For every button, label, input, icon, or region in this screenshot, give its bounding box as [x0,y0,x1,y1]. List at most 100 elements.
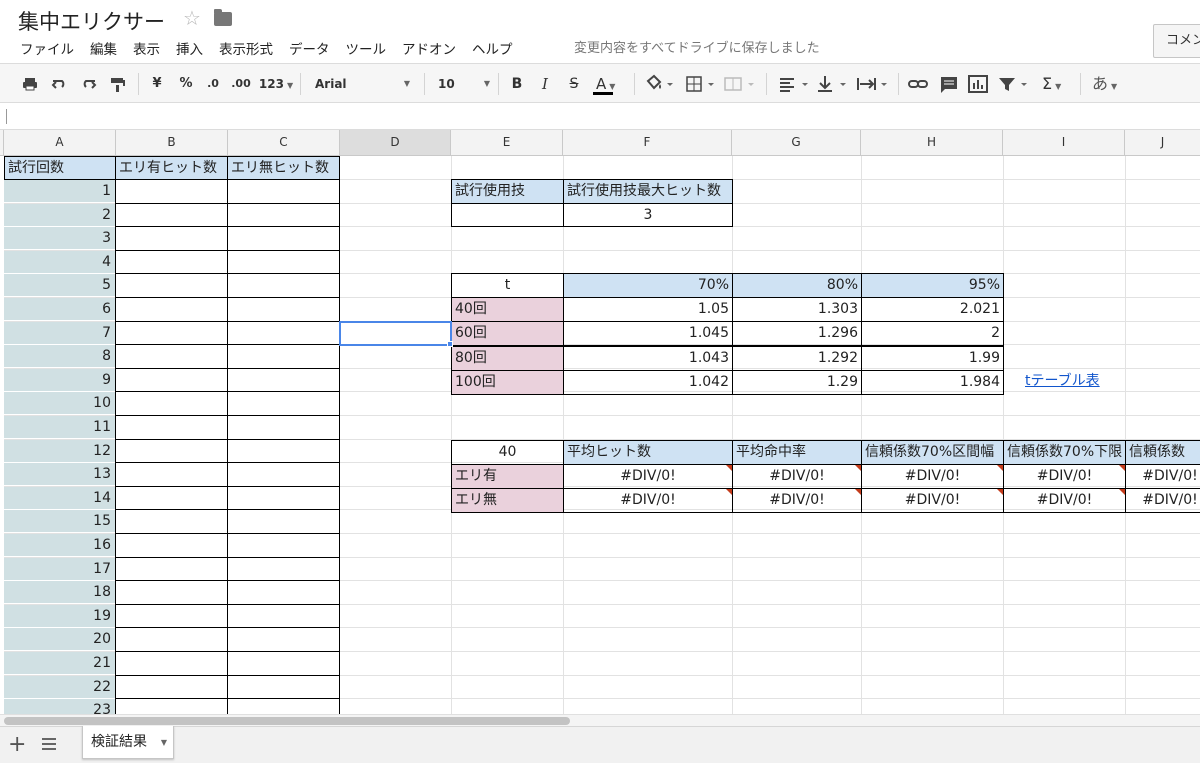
cell-elixir-hits[interactable] [115,179,228,204]
folder-icon[interactable] [214,9,232,26]
stats-table-value[interactable]: #DIV/0! [1125,463,1200,489]
t-table-confidence-header[interactable]: 80% [732,273,862,298]
cell-elixir-hits[interactable] [115,226,228,251]
active-cell-d7[interactable] [339,321,452,346]
cell-elixir-hits[interactable] [115,556,228,582]
column-header-i[interactable]: I [1003,130,1125,156]
cell-no-elixir-hits[interactable] [227,509,340,534]
trial-number-cell[interactable]: 4 [4,250,115,274]
t-table-row-label[interactable]: 80回 [451,345,564,371]
stats-table-value[interactable]: #DIV/0! [732,463,862,489]
add-sheet-icon[interactable]: + [8,732,26,757]
trial-number-cell[interactable]: 19 [4,604,115,628]
stats-table-value[interactable]: #DIV/0! [861,487,1004,513]
menu-addons[interactable]: アドオン [402,38,456,58]
t-table-value[interactable]: 2.021 [861,297,1004,323]
t-table-value[interactable]: 1.05 [563,297,733,323]
vertical-align-icon[interactable] [814,73,850,95]
t-table-value[interactable]: 1.045 [563,321,733,347]
stats-table-value[interactable]: #DIV/0! [563,463,733,489]
menu-view[interactable]: 表示 [133,38,160,58]
cell-elixir-hits[interactable] [115,627,228,652]
undo-icon[interactable] [50,73,70,95]
comments-button[interactable]: コメント [1153,24,1200,58]
t-table-value[interactable]: 1.984 [861,369,1004,395]
cell-a1-header[interactable]: 試行回数 [4,156,116,180]
stats-table-header[interactable]: 信頼係数70%下限 [1003,440,1126,465]
filter-icon[interactable] [996,73,1032,95]
cell-elixir-hits[interactable] [115,485,228,511]
italic-button[interactable]: I [536,73,554,95]
cell-trial-max-hits-value[interactable]: 3 [563,203,733,227]
cell-no-elixir-hits[interactable] [227,603,340,629]
trial-number-cell[interactable]: 5 [4,274,115,298]
t-table-row-label[interactable]: 40回 [451,297,564,323]
t-table-value[interactable]: 1.99 [861,345,1004,371]
t-table-value[interactable]: 1.292 [732,345,862,371]
cell-no-elixir-hits[interactable] [227,627,340,652]
t-table-link-text[interactable]: tテーブル表 [1025,373,1100,389]
trial-number-cell[interactable]: 21 [4,652,115,675]
print-icon[interactable] [20,73,40,95]
cell-trial-skill-header[interactable]: 試行使用技 [451,179,564,204]
cell-no-elixir-hits[interactable] [227,249,340,275]
cell-elixir-hits[interactable] [115,533,228,558]
star-icon[interactable]: ☆ [183,6,201,30]
cell-no-elixir-hits[interactable] [227,462,340,487]
trial-number-cell[interactable]: 8 [4,345,115,369]
trial-number-cell[interactable]: 15 [4,510,115,534]
cell-no-elixir-hits[interactable] [227,415,340,440]
strikethrough-button[interactable]: S [564,73,584,95]
merge-cells-icon[interactable] [722,73,758,95]
menu-help[interactable]: ヘルプ [472,38,513,58]
trial-number-cell[interactable]: 22 [4,675,115,699]
menu-file[interactable]: ファイル [20,38,74,58]
cell-no-elixir-hits[interactable] [227,485,340,511]
cell-elixir-hits[interactable] [115,344,228,369]
stats-table-value[interactable]: #DIV/0! [732,487,862,513]
t-table-corner[interactable]: t [451,273,564,298]
stats-table-header[interactable]: 信頼係数 [1125,440,1200,465]
save-status[interactable]: 変更内容をすべてドライブに保存しました [574,37,820,56]
cell-no-elixir-hits[interactable] [227,651,340,676]
stats-table-value[interactable]: #DIV/0! [1003,463,1126,489]
stats-table-header[interactable]: 平均ヒット数 [563,440,733,465]
t-table-confidence-header[interactable]: 95% [861,273,1004,298]
menu-format[interactable]: 表示形式 [219,38,273,58]
insert-comment-icon[interactable] [938,73,960,95]
bold-button[interactable]: B [508,73,526,95]
cell-elixir-hits[interactable] [115,249,228,275]
column-header-f[interactable]: F [563,130,732,156]
insert-link-icon[interactable] [906,73,930,95]
t-table-row-label[interactable]: 100回 [451,369,564,395]
cell-elixir-hits[interactable] [115,580,228,605]
cell-no-elixir-hits[interactable] [227,344,340,369]
trial-number-cell[interactable]: 20 [4,628,115,652]
t-table-link[interactable]: tテーブル表 [1022,370,1122,394]
trial-number-cell[interactable]: 17 [4,557,115,581]
trial-number-cell[interactable]: 18 [4,581,115,605]
menu-edit[interactable]: 編集 [90,38,117,58]
stats-table-value[interactable]: #DIV/0! [1125,487,1200,513]
cell-no-elixir-hits[interactable] [227,438,340,464]
redo-icon[interactable] [78,73,98,95]
stats-table-header[interactable]: 信頼係数70%区間幅 [861,440,1004,465]
trial-number-cell[interactable]: 16 [4,534,115,557]
stats-table-value[interactable]: #DIV/0! [563,487,733,513]
column-header-j[interactable]: J [1125,130,1200,156]
menu-insert[interactable]: 挿入 [176,38,203,58]
cell-elixir-hits[interactable] [115,415,228,440]
column-header-g[interactable]: G [732,130,861,156]
scrollbar-thumb[interactable] [4,717,570,725]
cell-elixir-hits[interactable] [115,391,228,416]
cell-c1-header[interactable]: エリ無ヒット数 [227,156,340,180]
increase-decimal-button[interactable]: .00 [228,73,254,95]
cell-no-elixir-hits[interactable] [227,202,340,228]
functions-button[interactable]: Σ ▼ [1038,73,1074,95]
stats-table-value[interactable]: #DIV/0! [861,463,1004,489]
cell-b1-header[interactable]: エリ有ヒット数 [115,156,228,180]
t-table-value[interactable]: 1.29 [732,369,862,395]
sheet-tab-results[interactable]: 検証結果 ▼ [82,726,174,759]
column-header-a[interactable]: A [4,130,116,156]
fill-handle[interactable] [447,341,453,347]
